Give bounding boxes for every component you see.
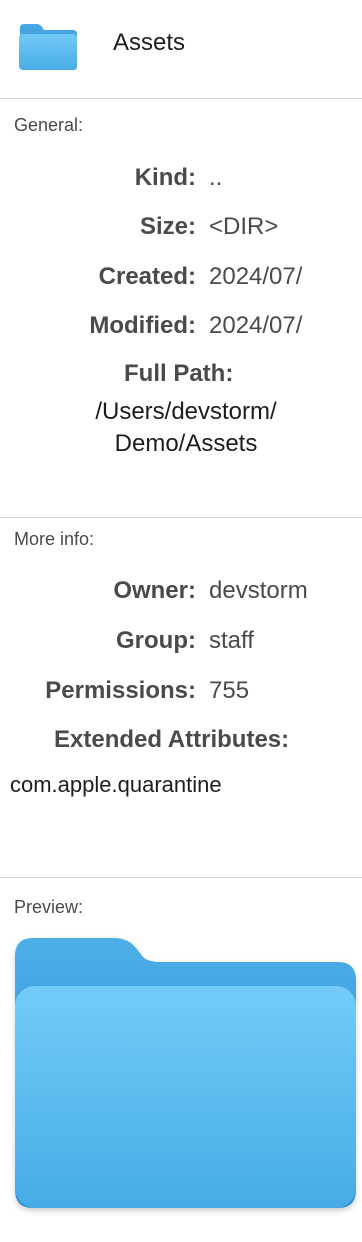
- created-value: 2024/07/: [209, 263, 303, 290]
- kind-value: ..: [209, 164, 223, 191]
- permissions-value: 755: [209, 677, 250, 704]
- section-title-preview: Preview:: [14, 897, 84, 917]
- row-size: Size: <DIR>: [0, 213, 362, 247]
- permissions-label: Permissions:: [45, 677, 196, 704]
- header: Assets: [0, 0, 362, 98]
- full-path-line-2: Demo/Assets: [114, 430, 258, 457]
- owner-value: devstorm: [209, 577, 308, 604]
- full-path-label: Full Path:: [124, 360, 234, 387]
- row-owner: Owner: devstorm: [0, 577, 362, 611]
- section-title-more-info: More info:: [14, 529, 95, 549]
- row-group: Group: staff: [0, 627, 362, 661]
- section-title-general: General:: [14, 115, 84, 135]
- full-path-value[interactable]: /Users/devstorm/ Demo/Assets: [0, 396, 362, 460]
- row-kind: Kind: ..: [0, 164, 362, 198]
- row-permissions: Permissions: 755: [0, 677, 362, 711]
- size-value: <DIR>: [209, 213, 279, 240]
- kind-label: Kind:: [134, 164, 196, 191]
- info-panel: Assets General: Kind: .. Size: <DIR> Cre…: [0, 0, 362, 1242]
- created-label: Created:: [98, 263, 196, 290]
- divider: [0, 98, 362, 99]
- divider: [0, 877, 362, 878]
- full-path-line-1: /Users/devstorm/: [95, 398, 277, 425]
- row-modified: Modified: 2024/07/: [0, 312, 362, 346]
- file-name-title: Assets: [113, 29, 186, 56]
- row-created: Created: 2024/07/: [0, 263, 362, 297]
- divider: [0, 517, 362, 518]
- modified-label: Modified:: [89, 312, 196, 339]
- group-value: staff: [209, 627, 254, 654]
- extended-attributes-value[interactable]: com.apple.quarantine: [10, 772, 222, 798]
- owner-label: Owner:: [113, 577, 196, 604]
- group-label: Group:: [116, 627, 196, 654]
- modified-value: 2024/07/: [209, 312, 303, 339]
- folder-preview-icon: [15, 938, 356, 1208]
- extended-attributes-label: Extended Attributes:: [54, 726, 290, 753]
- folder-icon: [19, 24, 77, 70]
- size-label: Size:: [139, 213, 196, 240]
